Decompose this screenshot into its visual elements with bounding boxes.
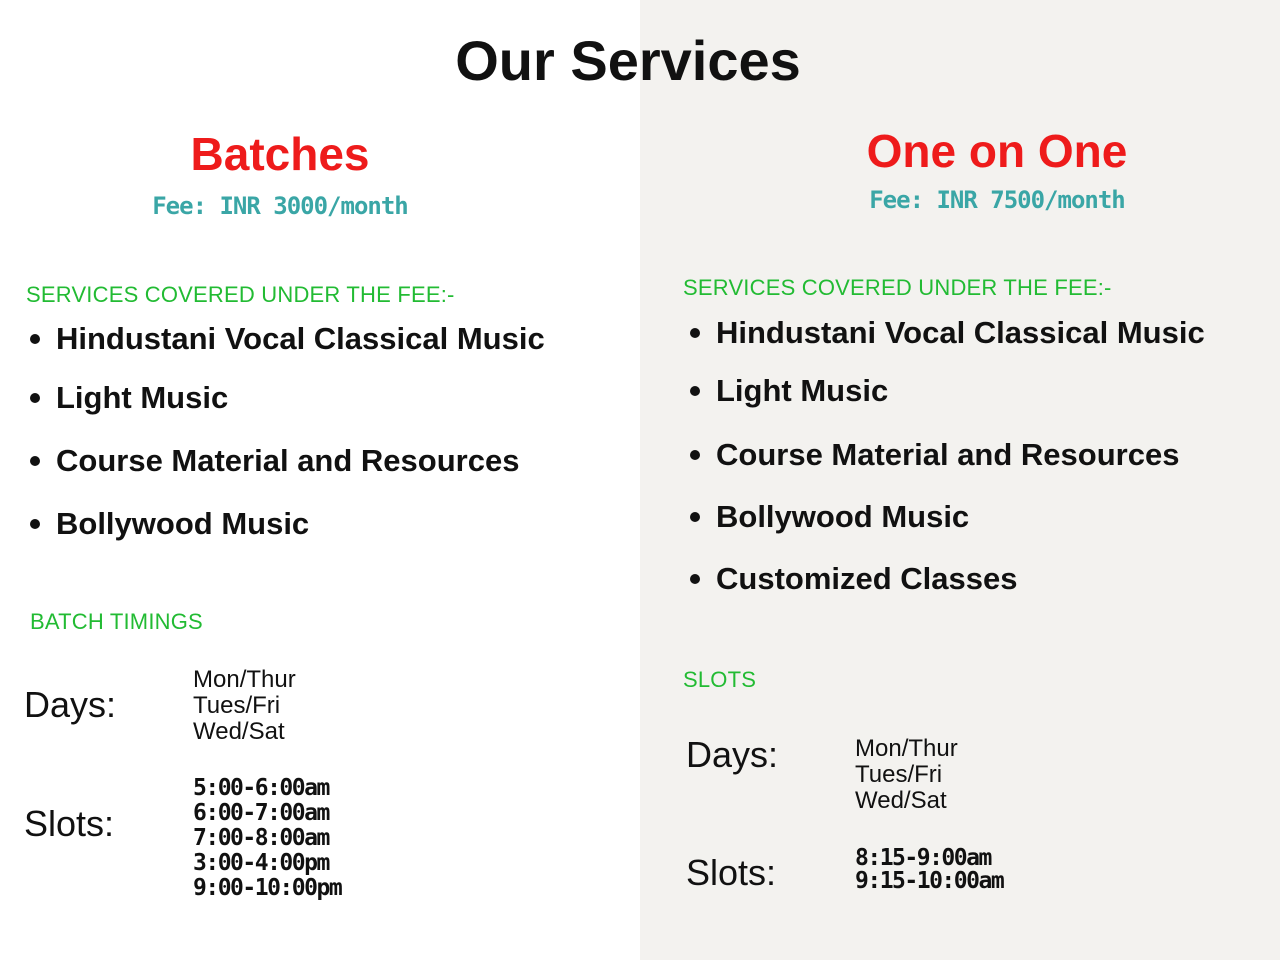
one-on-one-slots-label: Slots: — [686, 852, 777, 893]
one-on-one-service-item: Hindustani Vocal Classical Music — [690, 315, 1205, 351]
one-on-one-fee: Fee: INR 7500/month — [869, 186, 1126, 214]
batches-service-item: Hindustani Vocal Classical Music — [30, 321, 545, 357]
batches-services-label: SERVICES COVERED UNDER THE FEE:- — [26, 282, 455, 307]
batches-days-list: Mon/Thur Tues/Fri Wed/Sat — [193, 667, 296, 745]
slot-item: 9:15-10:00am — [855, 868, 1005, 894]
day-item: Wed/Sat — [855, 787, 947, 814]
batches-service-item: Course Material and Resources — [30, 443, 519, 479]
bullet-icon — [30, 392, 40, 403]
batches-title: Batches — [190, 128, 370, 180]
bullet-icon — [30, 333, 40, 344]
page-title: Our Services — [455, 29, 801, 92]
one-on-one-service-item: Course Material and Resources — [690, 437, 1179, 473]
one-on-one-days-list: Mon/Thur Tues/Fri Wed/Sat — [855, 736, 958, 814]
day-item: Tues/Fri — [193, 692, 281, 719]
slot-item: 7:00-8:00am — [193, 825, 330, 851]
batches-days-label: Days: — [24, 684, 117, 725]
one-on-one-service-item: Light Music — [690, 373, 888, 409]
bullet-icon — [690, 511, 700, 522]
batches-slots-list: 5:00-6:00am 6:00-7:00am 7:00-8:00am 3:00… — [193, 775, 343, 901]
bullet-icon — [30, 518, 40, 529]
one-on-one-days-label: Days: — [686, 734, 779, 775]
one-on-one-services-label: SERVICES COVERED UNDER THE FEE:- — [683, 275, 1112, 300]
batches-service-item: Bollywood Music — [30, 506, 309, 542]
one-on-one-service-item: Customized Classes — [690, 561, 1018, 597]
one-on-one-slots-section-label: SLOTS — [683, 667, 757, 692]
batches-service-item: Light Music — [30, 380, 228, 416]
batches-fee: Fee: INR 3000/month — [152, 192, 409, 220]
bullet-icon — [30, 455, 40, 466]
bullet-icon — [690, 385, 700, 396]
one-on-one-service-item: Bollywood Music — [690, 499, 969, 535]
bullet-icon — [690, 573, 700, 584]
batches-timings-label: BATCH TIMINGS — [30, 609, 203, 634]
bullet-icon — [690, 449, 700, 460]
one-on-one-title: One on One — [866, 125, 1128, 177]
day-item: Mon/Thur — [855, 735, 958, 762]
bullet-icon — [690, 327, 700, 338]
slot-item: 6:00-7:00am — [193, 800, 330, 826]
one-on-one-slots-list: 8:15-9:00am 9:15-10:00am — [855, 845, 1005, 894]
day-item: Tues/Fri — [855, 761, 943, 788]
day-item: Mon/Thur — [193, 666, 296, 693]
slot-item: 9:00-10:00pm — [193, 875, 343, 901]
batches-slots-label: Slots: — [24, 803, 115, 844]
slot-item: 5:00-6:00am — [193, 775, 330, 801]
slot-item: 8:15-9:00am — [855, 845, 992, 871]
slot-item: 3:00-4:00pm — [193, 850, 330, 876]
day-item: Wed/Sat — [193, 718, 285, 745]
